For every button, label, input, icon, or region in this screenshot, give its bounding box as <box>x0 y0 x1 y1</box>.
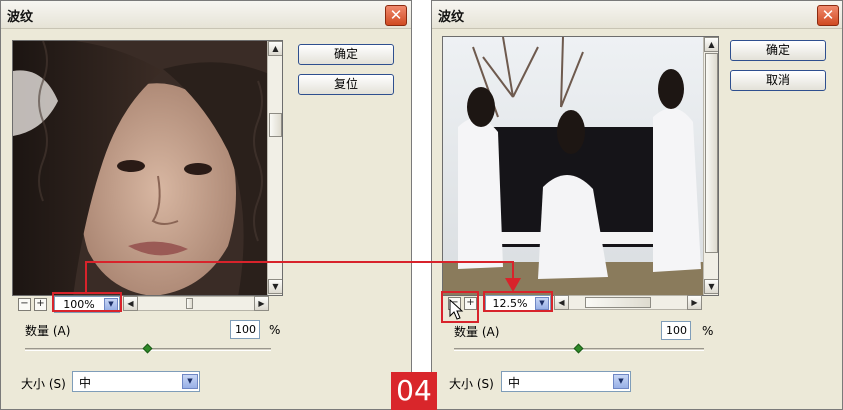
connector-line <box>85 261 514 294</box>
step-badge: 04 <box>391 372 437 410</box>
arrow-head-icon <box>505 278 521 292</box>
annotation-overlay <box>85 261 521 294</box>
